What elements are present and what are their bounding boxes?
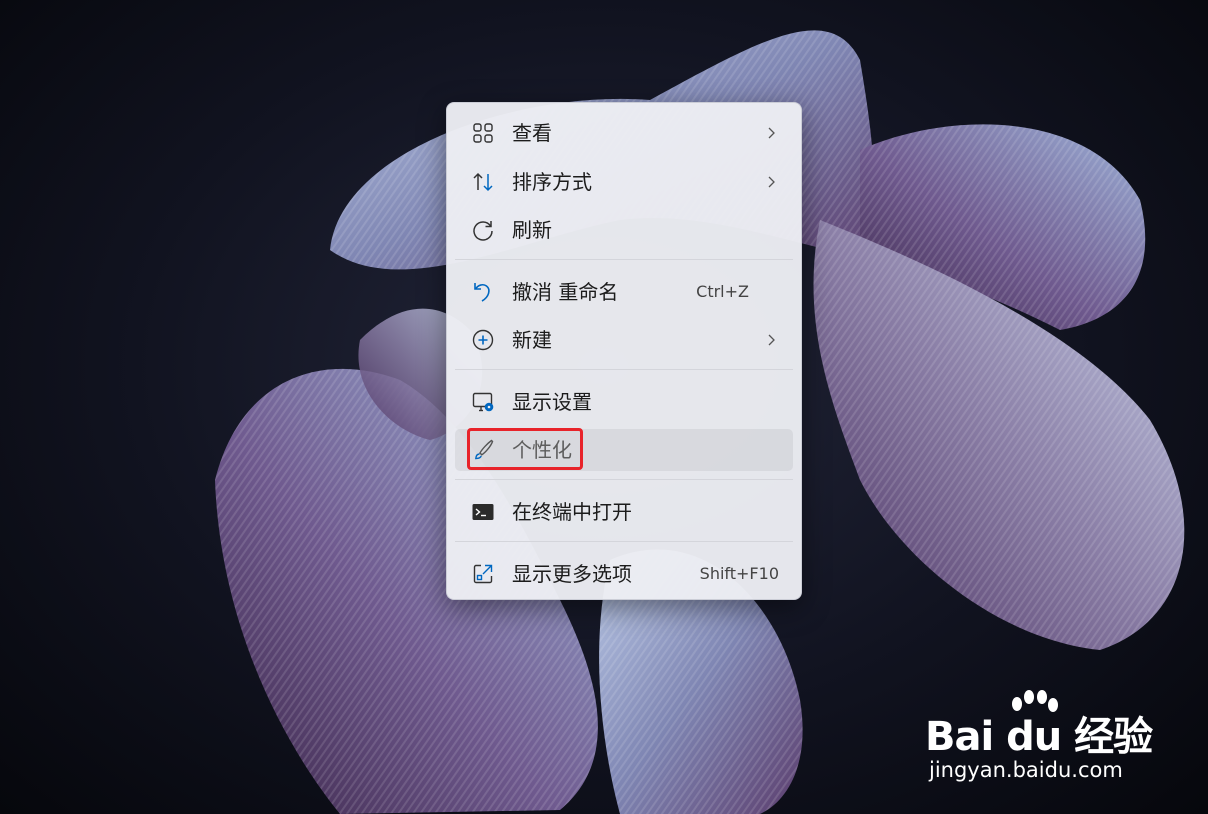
- menu-item-open-in-terminal[interactable]: 在终端中打开: [455, 491, 793, 533]
- shortcut-label: Ctrl+Z: [696, 282, 749, 301]
- chevron-right-icon: [763, 174, 779, 190]
- shortcut-label: Shift+F10: [699, 564, 779, 583]
- baidu-jingyan-watermark: Bai du 经验 jingyan.baidu.com: [925, 690, 1155, 790]
- desktop[interactable]: 查看 排序方式 刷新 撤消 重命名 Ctrl+Z 新建 显示设置 个性化 在终端…: [0, 0, 1208, 814]
- menu-separator: [455, 259, 793, 260]
- context-menu: 查看 排序方式 刷新 撤消 重命名 Ctrl+Z 新建 显示设置 个性化 在终端…: [446, 102, 802, 600]
- menu-item-refresh[interactable]: 刷新: [455, 209, 793, 251]
- menu-separator: [455, 541, 793, 542]
- menu-separator: [455, 479, 793, 480]
- menu-item-label: 排序方式: [512, 170, 592, 194]
- chevron-right-icon: [763, 332, 779, 348]
- menu-item-label: 显示更多选项: [512, 562, 632, 586]
- menu-item-show-more-options[interactable]: 显示更多选项 Shift+F10: [455, 553, 793, 595]
- grid-view-icon: [471, 121, 495, 145]
- menu-item-sort-by[interactable]: 排序方式: [455, 161, 793, 203]
- chevron-right-icon: [763, 125, 779, 141]
- refresh-icon: [471, 218, 495, 242]
- menu-item-new[interactable]: 新建: [455, 319, 793, 361]
- terminal-icon: [471, 500, 495, 524]
- watermark-brand: Bai du 经验: [925, 714, 1153, 760]
- menu-item-label: 撤消 重命名: [512, 280, 619, 304]
- menu-item-undo-rename[interactable]: 撤消 重命名 Ctrl+Z: [455, 271, 793, 313]
- add-circle-icon: [471, 328, 495, 352]
- highlight-box: [467, 428, 583, 470]
- sort-arrows-icon: [471, 170, 495, 194]
- menu-item-label: 刷新: [512, 218, 552, 242]
- undo-icon: [471, 280, 495, 304]
- open-external-icon: [471, 562, 495, 586]
- menu-item-label: 新建: [512, 328, 552, 352]
- menu-separator: [455, 369, 793, 370]
- display-settings-icon: [471, 390, 495, 414]
- menu-item-label: 在终端中打开: [512, 500, 632, 524]
- menu-item-display-settings[interactable]: 显示设置: [455, 381, 793, 423]
- menu-item-label: 显示设置: [512, 390, 592, 414]
- watermark-url: jingyan.baidu.com: [929, 758, 1123, 782]
- menu-item-view[interactable]: 查看: [455, 112, 793, 154]
- menu-item-label: 查看: [512, 121, 552, 145]
